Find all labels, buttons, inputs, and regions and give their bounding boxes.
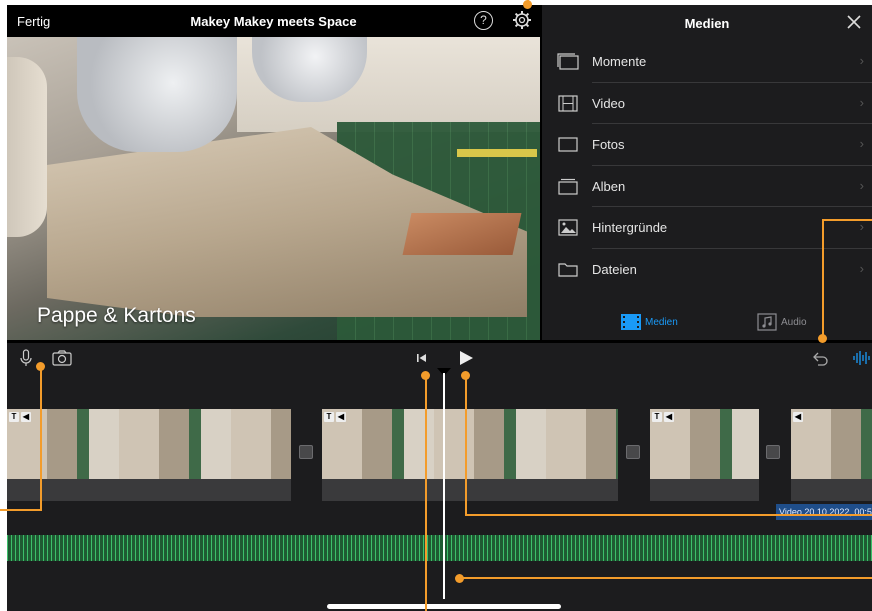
speaker-icon: ◀ bbox=[21, 412, 31, 422]
gear-icon[interactable] bbox=[512, 10, 532, 30]
play-icon[interactable] bbox=[457, 349, 475, 367]
home-indicator[interactable] bbox=[327, 604, 561, 609]
callout-line bbox=[0, 509, 42, 511]
speaker-icon: ◀ bbox=[664, 412, 674, 422]
clip-audio-bar bbox=[791, 479, 872, 501]
clip-thumbnails bbox=[7, 409, 291, 479]
cardboard-part bbox=[7, 57, 47, 237]
film-icon bbox=[558, 94, 578, 112]
chevron-right-icon: › bbox=[859, 136, 864, 152]
callout-line bbox=[425, 375, 427, 611]
media-item-label: Momente bbox=[592, 54, 647, 69]
transition-icon[interactable] bbox=[766, 445, 780, 459]
copper-tape bbox=[402, 213, 522, 255]
callout-line bbox=[40, 366, 42, 511]
tab-audio-label: Audio bbox=[781, 317, 807, 328]
media-item-label: Dateien bbox=[592, 261, 637, 277]
video-clip[interactable]: T ◀ bbox=[7, 409, 291, 501]
chevron-right-icon: › bbox=[859, 219, 864, 235]
video-clip[interactable]: ◀ bbox=[791, 409, 872, 501]
media-item-video[interactable]: Video › bbox=[542, 83, 872, 125]
clip-audio-bar bbox=[650, 479, 759, 501]
tab-audio[interactable]: Audio bbox=[756, 313, 807, 333]
clip-thumbnails bbox=[322, 409, 618, 479]
tab-media[interactable]: Medien bbox=[620, 313, 678, 333]
media-item-albums[interactable]: Alben › bbox=[542, 166, 872, 208]
tab-media-label: Medien bbox=[645, 317, 678, 328]
media-item-photos[interactable]: Fotos › bbox=[542, 124, 872, 166]
audio-waveform-icon[interactable] bbox=[852, 349, 872, 367]
title-badge-icon: T bbox=[9, 412, 19, 422]
timeline[interactable]: T ◀ T ◀ T ◀ ◀ Video 20.10.2022, 00:5 bbox=[7, 343, 872, 611]
callout-line bbox=[822, 219, 824, 339]
thruster-pod bbox=[77, 37, 237, 152]
video-clip[interactable]: T ◀ bbox=[322, 409, 618, 501]
media-header: Medien bbox=[542, 5, 872, 41]
callout-line bbox=[459, 577, 872, 579]
chevron-right-icon: › bbox=[859, 53, 864, 68]
media-item-label: Fotos bbox=[592, 137, 625, 153]
title-caption: Pappe & Kartons bbox=[37, 304, 196, 327]
music-note-icon bbox=[757, 313, 777, 331]
photo-frame-icon bbox=[558, 137, 578, 152]
clip-audio-bar bbox=[7, 479, 291, 501]
transition-icon[interactable] bbox=[299, 445, 313, 459]
video-clip[interactable]: T ◀ bbox=[650, 409, 759, 501]
audio-waveform-track[interactable] bbox=[7, 535, 872, 561]
media-panel-title: Medien bbox=[684, 16, 730, 31]
imovie-editor: Fertig Makey Makey meets Space ? Pappe &… bbox=[7, 5, 872, 611]
top-bar: Fertig Makey Makey meets Space ? bbox=[7, 5, 540, 37]
background-image-icon bbox=[558, 219, 578, 236]
folder-icon bbox=[558, 263, 578, 277]
speaker-icon: ◀ bbox=[793, 412, 803, 422]
camera-icon[interactable] bbox=[51, 349, 73, 367]
help-icon[interactable]: ? bbox=[474, 11, 493, 30]
video-track: T ◀ T ◀ T ◀ ◀ bbox=[7, 409, 872, 501]
moments-icon bbox=[557, 53, 579, 70]
callout-line bbox=[465, 375, 467, 516]
film-strip-icon bbox=[621, 314, 641, 331]
speaker-icon: ◀ bbox=[336, 412, 346, 422]
chevron-right-icon: › bbox=[859, 260, 864, 276]
skip-to-start-icon[interactable] bbox=[413, 349, 431, 367]
video-preview[interactable]: Pappe & Kartons bbox=[7, 37, 540, 340]
clip-audio-bar bbox=[322, 479, 618, 501]
album-icon bbox=[558, 178, 578, 195]
audio-clip-label: Video 20.10.2022, 00:5 bbox=[776, 504, 872, 520]
title-badge-icon: T bbox=[652, 412, 662, 422]
transition-icon[interactable] bbox=[626, 445, 640, 459]
media-item-label: Hintergründe bbox=[592, 220, 668, 236]
playhead[interactable] bbox=[443, 373, 445, 599]
callout-dot bbox=[818, 334, 827, 343]
media-item-moments[interactable]: Momente › bbox=[542, 41, 872, 83]
media-item-label: Alben bbox=[592, 178, 626, 194]
microphone-icon[interactable] bbox=[17, 349, 35, 367]
close-icon[interactable] bbox=[845, 13, 863, 31]
media-item-label: Video bbox=[592, 95, 626, 111]
chevron-right-icon: › bbox=[859, 177, 864, 193]
clip-thumbnails bbox=[791, 409, 872, 479]
project-title: Makey Makey meets Space bbox=[190, 14, 357, 29]
mat-marking bbox=[457, 149, 537, 157]
title-badge-icon: T bbox=[324, 412, 334, 422]
callout-dot bbox=[523, 0, 532, 9]
callout-line bbox=[822, 219, 872, 221]
callout-line bbox=[465, 514, 872, 516]
undo-icon[interactable] bbox=[812, 349, 830, 367]
chevron-right-icon: › bbox=[859, 94, 864, 110]
